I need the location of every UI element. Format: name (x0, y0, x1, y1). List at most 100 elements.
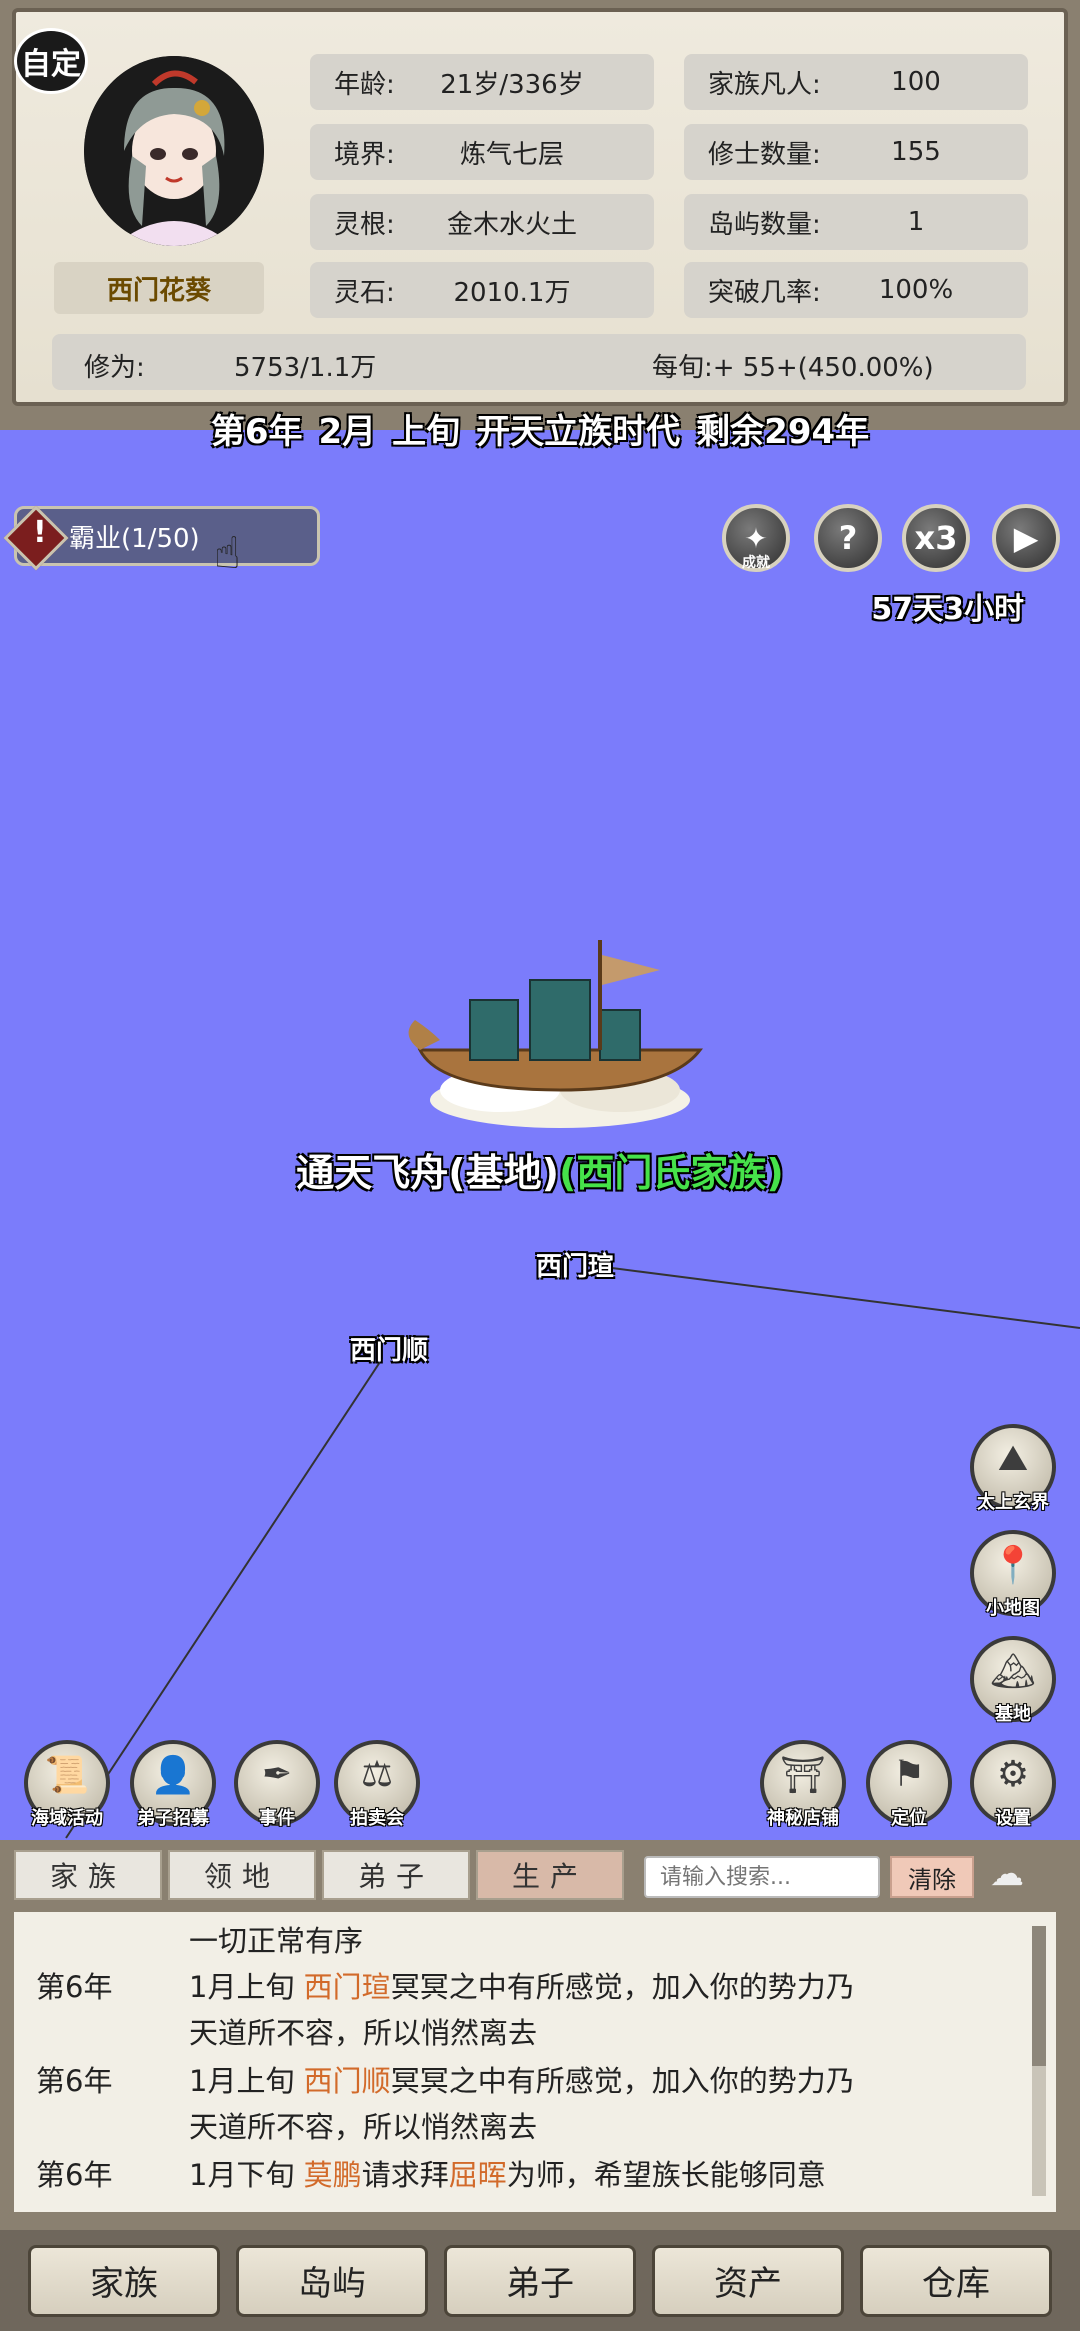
events-button[interactable]: ✒ 事件 (234, 1740, 320, 1829)
npc-label-xuan[interactable]: 西门瑄 (536, 1246, 614, 1283)
log-msg: 请求拜 (361, 2158, 449, 2192)
map-pin-icon: 📍 (990, 1545, 1036, 1586)
mystic-shop-button[interactable]: ⛩ 神秘店铺 (760, 1740, 846, 1829)
stat-cultivators-value: 155 (891, 137, 941, 167)
log-time: 1月上旬 (189, 1970, 304, 2004)
stat-realm: 境界: 炼气七层 (310, 124, 654, 180)
locate-button[interactable]: ⚑ 定位 (866, 1740, 952, 1829)
log-time: 1月下旬 (189, 2158, 304, 2192)
avatar[interactable] (84, 56, 264, 246)
achievement-caption: 成就 (742, 555, 770, 571)
log-line: 第6年 1月上旬 西门瑄冥冥之中有所感觉，加入你的势力乃 (14, 1958, 1024, 2008)
stat-spirit-stone-value: 2010.1万 (453, 277, 571, 308)
tab-production[interactable]: 生产 (476, 1850, 624, 1900)
quill-icon: ✒ (261, 1754, 293, 1795)
tab-territory[interactable]: 领地 (168, 1850, 316, 1900)
log-name-link[interactable]: 屈晖 (449, 2158, 507, 2192)
locate-caption: 定位 (891, 1808, 927, 1829)
flying-ship-icon[interactable] (400, 940, 720, 1140)
log-list[interactable]: 一切正常有序 第6年 1月上旬 西门瑄冥冥之中有所感觉，加入你的势力乃 天道所不… (14, 1912, 1056, 2212)
bottom-nav: 家族 岛屿 弟子 资产 仓库 (0, 2230, 1080, 2331)
mountain-icon: ⛰ (997, 1438, 1029, 1479)
stat-cultivators: 修士数量: 155 (684, 124, 1028, 180)
achievement-button[interactable]: ✦ 成就 (722, 504, 790, 572)
base-button[interactable]: 🏔 基地 (970, 1636, 1056, 1725)
character-panel: 自定 西门花葵 年龄: 21岁/336岁 境界: 炼气七层 灵根: 金木水火土 … (0, 0, 1080, 430)
log-panel: 家族 领地 弟子 生产 清除 ☁ 一切正常有序 第6年 1月上旬 西门瑄冥冥之中… (0, 1840, 1080, 2230)
log-text: 天道所不容，所以悄然离去 (189, 2016, 538, 2050)
log-name-link[interactable]: 西门顺 (304, 2064, 391, 2098)
realm-caption: 太上玄界 (977, 1492, 1049, 1513)
log-line: 第6年 1月下旬 莫鹏请求拜屈晖为师，希望族长能够同意 (14, 2146, 1024, 2196)
realm-button[interactable]: ⛰ 太上玄界 (970, 1424, 1056, 1513)
help-button[interactable]: ? (814, 504, 882, 572)
stat-breakthrough: 突破几率: 100% (684, 262, 1028, 318)
cloud-icon[interactable]: ☁ (990, 1854, 1024, 1894)
log-text: 天道所不容，所以悄然离去 (189, 2110, 538, 2144)
cultivation-value: 5753/1.1万 (234, 353, 377, 383)
recruit-button[interactable]: 👤 弟子招募 (130, 1740, 216, 1829)
log-scrollbar-thumb[interactable] (1032, 1926, 1046, 2066)
stat-age: 年龄: 21岁/336岁 (310, 54, 654, 110)
base-caption: 基地 (995, 1704, 1031, 1725)
base-mountain-icon: 🏔 (990, 1651, 1036, 1692)
minimap-button[interactable]: 📍 小地图 (970, 1530, 1056, 1619)
date-era: 开天立族时代 (476, 412, 681, 452)
auction-button[interactable]: ⚖ 拍卖会 (334, 1740, 420, 1829)
date-month: 2月 (318, 412, 377, 452)
stat-islands: 岛屿数量: 1 (684, 194, 1028, 250)
nav-assets[interactable]: 资产 (652, 2244, 844, 2317)
nav-warehouse[interactable]: 仓库 (860, 2244, 1052, 2317)
settings-button[interactable]: ⚙ 设置 (970, 1740, 1056, 1829)
log-line: 第6年 1月上旬 西门顺冥冥之中有所感觉，加入你的势力乃 (14, 2052, 1024, 2102)
nav-clan[interactable]: 家族 (28, 2244, 220, 2317)
game-date: 第6年 2月 上旬 开天立族时代 剩余294年 (0, 404, 1080, 456)
date-remaining: 剩余294年 (696, 412, 870, 452)
play-button[interactable]: ▶ (992, 504, 1060, 572)
gear-icon: ⚙ (996, 1754, 1030, 1795)
stat-spirit-stone: 灵石: 2010.1万 (310, 262, 654, 318)
date-year: 第6年 (210, 412, 303, 452)
character-name[interactable]: 西门花葵 (54, 262, 264, 314)
log-text: 1月上旬 西门瑄冥冥之中有所感觉，加入你的势力乃 (189, 1964, 855, 2006)
nav-islands[interactable]: 岛屿 (236, 2244, 428, 2317)
countdown-timer: 57天3小时 (871, 592, 1024, 627)
log-name-link[interactable]: 西门瑄 (304, 1970, 391, 2004)
stat-mortals: 家族凡人: 100 (684, 54, 1028, 110)
crest-icon: ✦ (744, 521, 768, 555)
search-input[interactable] (644, 1856, 880, 1898)
base-label[interactable]: 通天飞舟(基地)(西门氏家族) (0, 1142, 1080, 1197)
log-name-link[interactable]: 莫鹏 (304, 2158, 362, 2192)
cultivation-bar: 修为: 5753/1.1万 每旬:+ 55+(450.00%) (52, 334, 1026, 390)
speed-button[interactable]: x3 (902, 504, 970, 572)
sea-activity-button[interactable]: 📜 海域活动 (24, 1740, 110, 1829)
settings-caption: 设置 (995, 1808, 1031, 1829)
stat-islands-value: 1 (907, 207, 925, 237)
custom-badge[interactable]: 自定 (14, 28, 88, 94)
tab-disciples[interactable]: 弟子 (322, 1850, 470, 1900)
quest-label: 霸业(1/50) (69, 523, 200, 554)
tab-clan[interactable]: 家族 (14, 1850, 162, 1900)
cultivation-per-period: 每旬:+ 55+(450.00%) (652, 353, 934, 383)
nav-disciples[interactable]: 弟子 (444, 2244, 636, 2317)
npc-label-shun[interactable]: 西门顺 (350, 1330, 428, 1367)
quest-tracker[interactable]: ! 霸业(1/50) (3, 505, 320, 571)
pointer-hand-icon: ☝ (214, 528, 241, 579)
clear-button[interactable]: 清除 (890, 1856, 974, 1898)
stat-breakthrough-value: 100% (878, 275, 954, 305)
log-msg: 冥冥之中有所感觉，加入你的势力乃 (390, 1970, 855, 2004)
log-line: 天道所不容，所以悄然离去 (14, 2098, 1024, 2148)
log-text: 1月上旬 西门顺冥冥之中有所感觉，加入你的势力乃 (189, 2058, 855, 2100)
pavilion-icon: ⛩ (780, 1755, 826, 1796)
stat-spirit-root-value: 金木水火土 (446, 209, 577, 240)
log-year: 第6年 (36, 2064, 113, 2098)
mystic-shop-caption: 神秘店铺 (767, 1808, 839, 1829)
sea-activity-caption: 海域活动 (31, 1808, 103, 1829)
stat-age-value: 21岁/336岁 (440, 69, 584, 100)
log-msg: 冥冥之中有所感觉，加入你的势力乃 (390, 2064, 855, 2098)
log-year: 第6年 (36, 1970, 113, 2004)
log-line: 一切正常有序 (14, 1912, 1024, 1962)
flag-icon: ⚑ (892, 1754, 926, 1795)
log-year: 第6年 (36, 2158, 113, 2192)
log-scrollbar[interactable] (1032, 1926, 1046, 2196)
